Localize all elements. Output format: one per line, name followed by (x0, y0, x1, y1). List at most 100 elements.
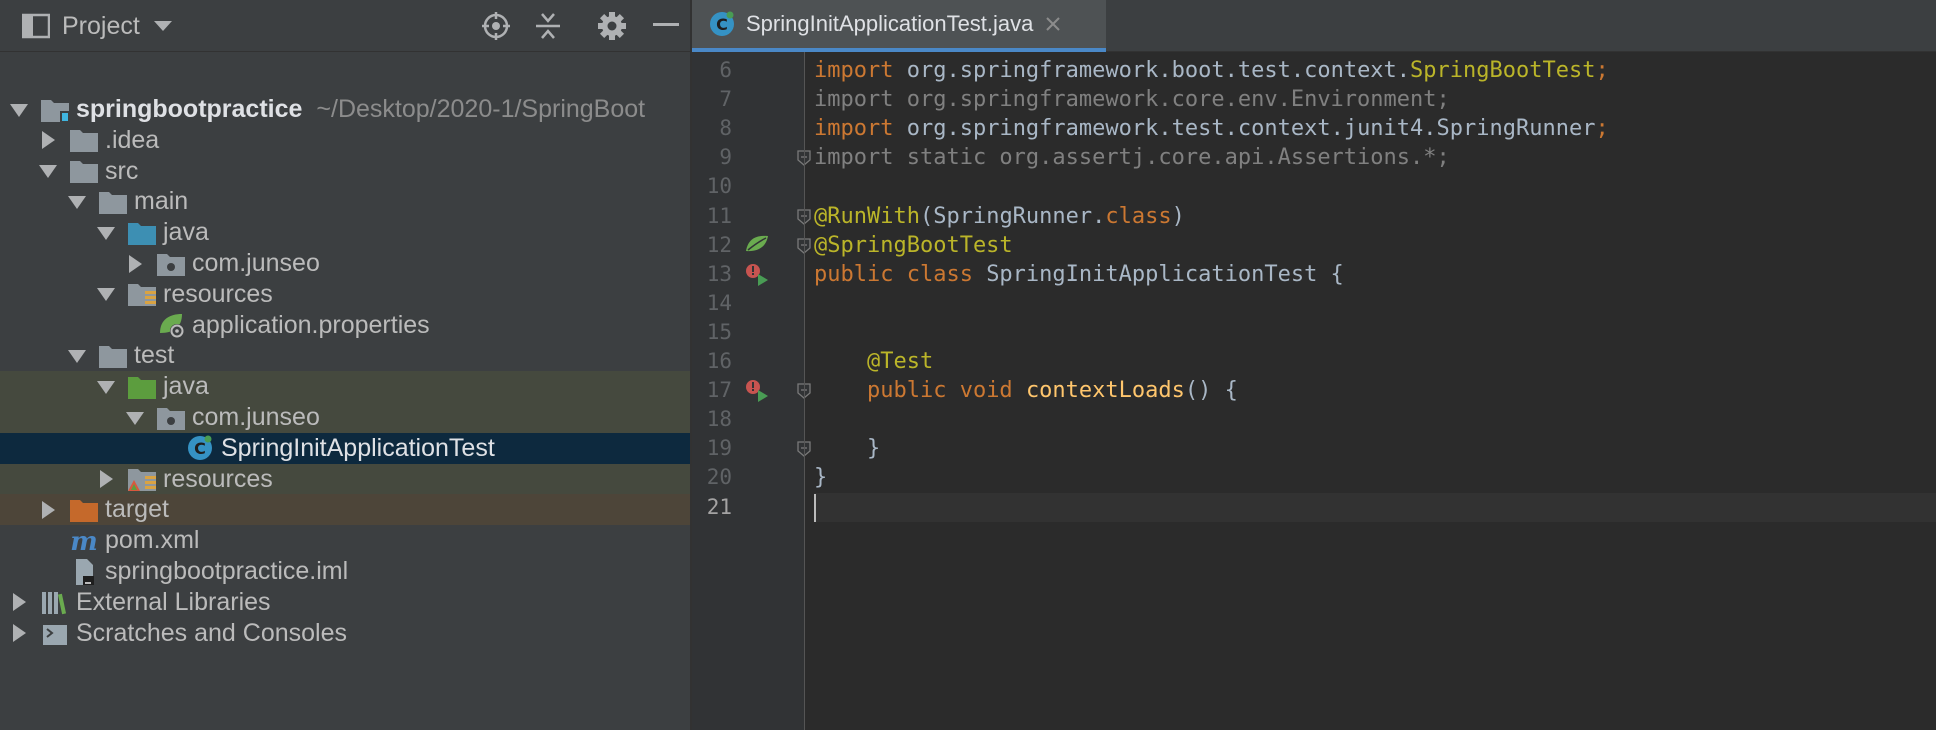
tree-item-springbootpractice[interactable]: springbootpractice ~/Desktop/2020-1/Sprin… (0, 94, 690, 125)
code-token: @RunWith (814, 203, 920, 229)
code-line[interactable]: } (814, 463, 827, 492)
code-token: contextLoads (1025, 378, 1185, 404)
code-token: (SpringRunner. (919, 203, 1106, 229)
tree-item-resources[interactable]: resources (0, 463, 690, 495)
code-token: class (1105, 203, 1172, 229)
code-token: } (814, 436, 881, 462)
chevron-right-icon[interactable] (6, 620, 32, 646)
line-number: 15 (706, 319, 732, 344)
tree-item-springbootpractice-iml[interactable]: springbootpractice.iml (0, 556, 690, 587)
locate-icon-svg (482, 12, 510, 40)
line-number: 17 (706, 378, 732, 403)
tree-item-label: test (134, 341, 175, 370)
java-class-icon: C (710, 11, 734, 36)
maven-icon: m (69, 527, 99, 555)
chevron-down-icon[interactable] (64, 189, 90, 215)
chevron-right-icon[interactable] (122, 251, 148, 277)
project-toolbar: Project (0, 0, 690, 52)
line-number: 7 (719, 87, 732, 112)
chevron-right-icon[interactable] (93, 466, 119, 492)
tree-item-label: Scratches and Consoles (76, 618, 347, 647)
code-line[interactable]: @RunWith(SpringRunner.class) (814, 202, 1185, 231)
gear-icon[interactable] (596, 10, 628, 42)
tree-item-src[interactable]: src (0, 156, 690, 187)
chevron-right-icon[interactable] (6, 589, 32, 615)
chevron-down-icon[interactable] (93, 374, 119, 400)
tree-item-label: resources (163, 279, 273, 308)
package-icon (156, 250, 186, 278)
tree-item-target[interactable]: target (0, 494, 690, 526)
code-line[interactable]: import static org.assertj.core.api.Asser… (814, 143, 1450, 172)
run-test-icon[interactable] (744, 378, 770, 404)
chevron-down-icon[interactable] (35, 158, 61, 184)
folder-icon (98, 188, 128, 216)
ide-window: Project springbootpractice ~/Desktop/202… (0, 0, 1936, 730)
line-number: 11 (706, 203, 732, 228)
source-folder-icon (127, 219, 157, 247)
tree-item-label: resources (163, 464, 273, 493)
chevron-right-icon[interactable] (35, 127, 61, 153)
tree-item-java[interactable]: java (0, 217, 690, 248)
tree-item-test[interactable]: test (0, 340, 690, 371)
tree-item-springinitapplicationtest[interactable]: C SpringInitApplicationTest (0, 432, 690, 464)
project-panel-title: Project (62, 11, 140, 40)
tree-item-java[interactable]: java (0, 371, 690, 403)
line-number: 10 (706, 174, 732, 199)
tree-item-com-junseo[interactable]: com.junseo (0, 402, 690, 433)
tree-item-label: com.junseo (192, 249, 320, 277)
tree-item-com-junseo[interactable]: com.junseo (0, 248, 690, 279)
line-number: 16 (706, 349, 732, 373)
code-line[interactable]: import org.springframework.boot.test.con… (814, 56, 1609, 85)
tree-item-main[interactable]: main (0, 186, 690, 217)
folder-icon (98, 342, 128, 370)
chevron-down-icon[interactable] (64, 343, 90, 369)
tab-label: SpringInitApplicationTest.java (746, 11, 1034, 36)
code-line[interactable]: public void contextLoads() { (814, 376, 1238, 405)
tree-item-pom-xml[interactable]: m pom.xml (0, 525, 690, 556)
line-number: 21 (706, 494, 732, 519)
spring-properties-icon (156, 311, 186, 339)
locate-icon[interactable] (480, 10, 512, 42)
tree-item-external-libraries[interactable]: External Libraries (0, 587, 690, 618)
code-token: ; (1595, 116, 1609, 142)
collapse-all-icon[interactable] (532, 10, 564, 42)
code-line[interactable]: import org.springframework.test.context.… (814, 114, 1609, 143)
code-token: import static org.assertj.core.api.Asser… (814, 145, 1450, 171)
module-path: ~/Desktop/2020-1/SpringBoot (316, 95, 646, 123)
collapse-all-icon-svg (536, 13, 560, 39)
tree-item-scratches-and-consoles[interactable]: Scratches and Consoles (0, 618, 690, 649)
tree-item-label: External Libraries (76, 587, 271, 616)
run-test-icon[interactable] (744, 262, 770, 288)
chevron-down-icon[interactable] (93, 281, 119, 307)
tree-item-application-properties[interactable]: application.properties (0, 310, 690, 341)
hide-panel-icon[interactable] (650, 10, 682, 42)
code-token: () { (1184, 378, 1238, 404)
code-line[interactable]: import org.springframework.core.env.Envi… (814, 85, 1450, 114)
editor-gutter[interactable]: 6 7 8 9 10 11 12 13 14 15 16 17 18 19 20 21 (692, 52, 811, 730)
chevron-down-icon[interactable] (122, 405, 148, 431)
code-line[interactable]: @Test (814, 347, 933, 376)
code-token: SpringBootTest (1410, 58, 1596, 83)
line-number: 9 (719, 145, 732, 170)
project-panel-icon (22, 13, 50, 39)
chevron-right-icon[interactable] (35, 497, 61, 523)
code-line[interactable]: public class SpringInitApplicationTest { (814, 260, 1344, 289)
tree-item-label: .idea (105, 125, 160, 154)
code-line[interactable] (814, 492, 1936, 522)
tree-item-resources[interactable]: resources (0, 279, 690, 310)
chevron-down-icon[interactable] (6, 97, 32, 123)
code-area[interactable]: import org.springframework.boot.test.con… (814, 52, 1936, 730)
close-icon[interactable] (1045, 16, 1061, 32)
chevron-down-icon (153, 21, 172, 31)
java-class-icon: C (185, 434, 215, 462)
code-line[interactable]: } (814, 434, 880, 463)
tree-item--idea[interactable]: .idea (0, 125, 690, 156)
chevron-down-icon[interactable] (93, 220, 119, 246)
code-line[interactable]: @SpringBootTest (814, 231, 1013, 260)
editor-tab-springinitapplicationtest[interactable]: C SpringInitApplicationTest.java (692, 0, 1106, 52)
spring-bean-icon[interactable] (744, 233, 770, 259)
project-view-selector[interactable]: Project (22, 10, 172, 42)
test-source-folder-icon (127, 373, 157, 401)
